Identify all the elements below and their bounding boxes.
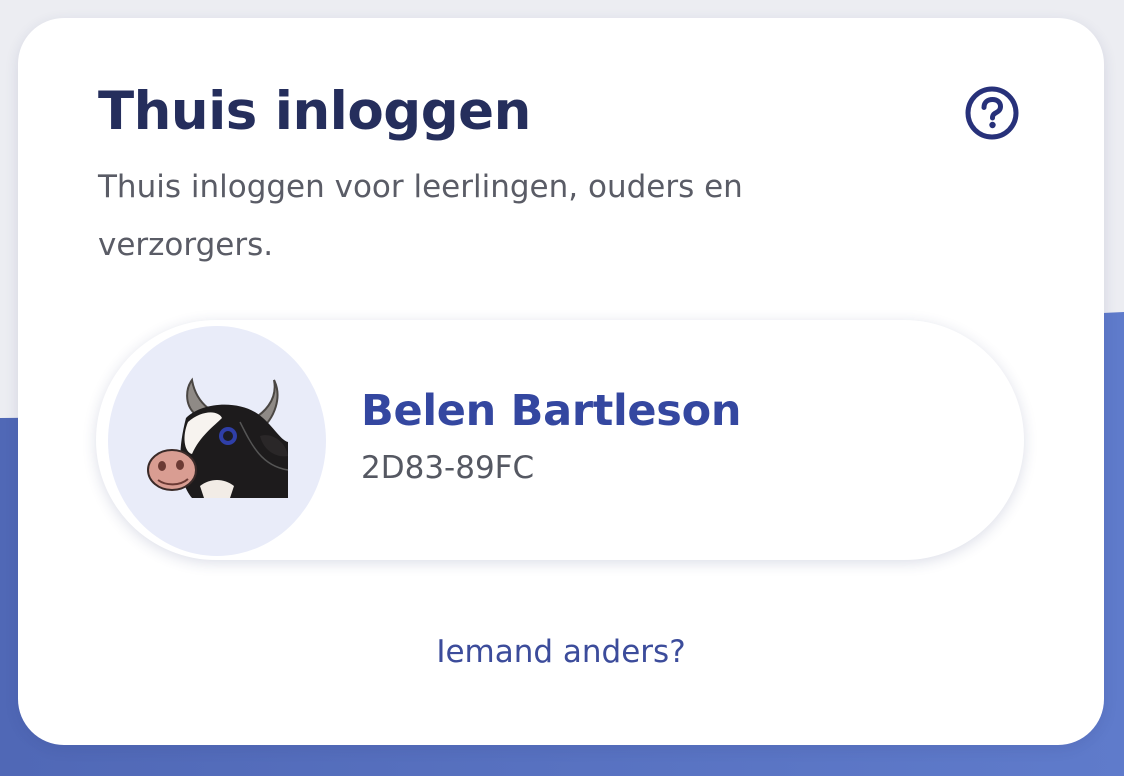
account-name: Belen Bartleson xyxy=(361,386,742,436)
someone-else-link[interactable]: Iemand anders? xyxy=(18,634,1104,670)
help-button[interactable] xyxy=(963,84,1021,142)
account-tile[interactable]: Belen Bartleson 2D83-89FC xyxy=(96,320,1024,560)
avatar xyxy=(108,326,326,556)
page: Thuis inloggen Thuis inloggen voor leerl… xyxy=(0,0,1124,776)
cow-avatar-icon xyxy=(147,377,289,498)
login-card: Thuis inloggen Thuis inloggen voor leerl… xyxy=(18,18,1104,745)
card-description: Thuis inloggen voor leerlingen, ouders e… xyxy=(98,169,743,263)
question-circle-icon xyxy=(965,86,1019,140)
card-title: Thuis inloggen xyxy=(98,81,531,142)
account-code: 2D83-89FC xyxy=(361,450,535,486)
